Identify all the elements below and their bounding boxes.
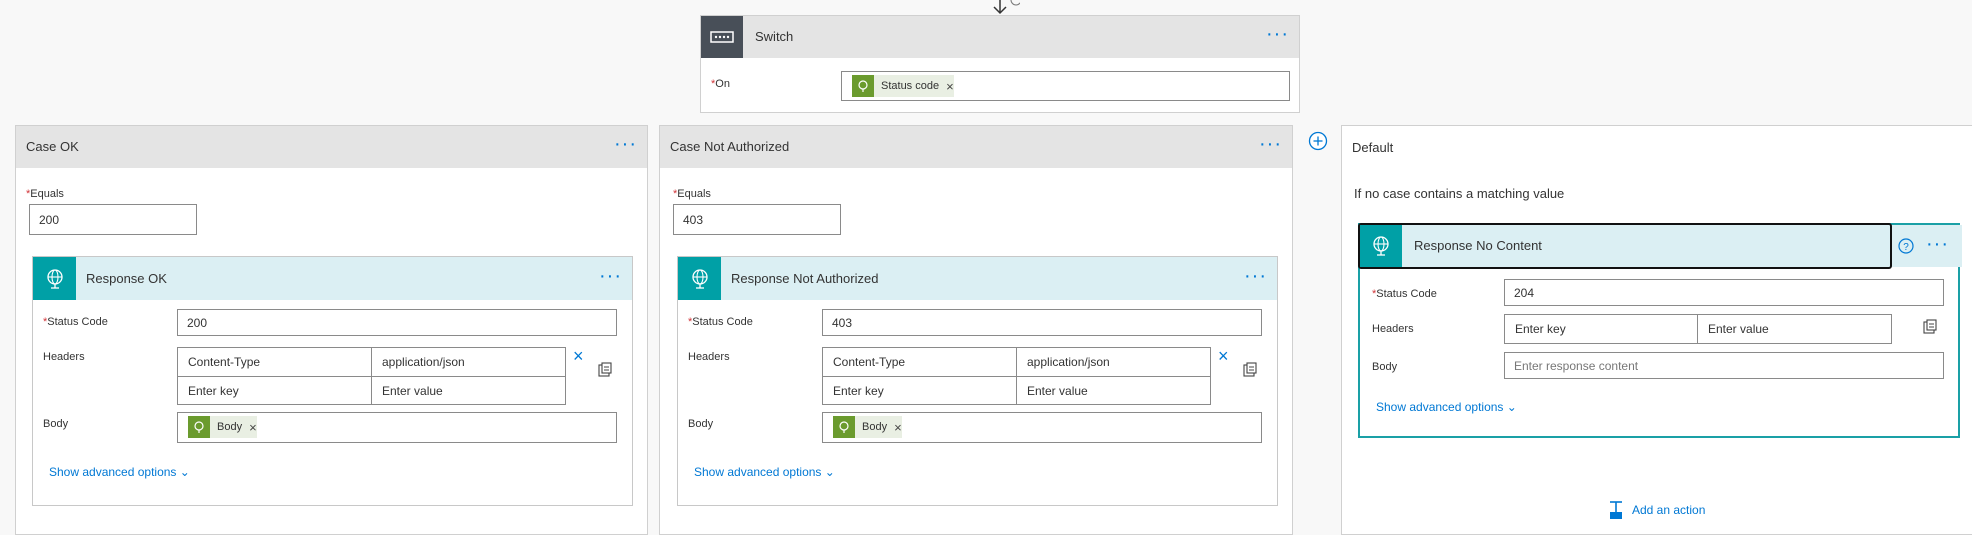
- switch-on-field[interactable]: Status code ×: [841, 71, 1290, 101]
- request-icon: [833, 416, 855, 438]
- switch-icon: [701, 16, 743, 58]
- status-code-token: Status code ×: [852, 75, 954, 97]
- chevron-down-icon: ⌄: [179, 465, 190, 479]
- remove-token-icon[interactable]: ×: [249, 420, 257, 435]
- show-advanced-options-link[interactable]: Show advanced options ⌄: [49, 465, 190, 479]
- status-code-input[interactable]: 200: [177, 309, 617, 336]
- equals-label: *Equals: [26, 188, 64, 200]
- body-label: Body: [688, 418, 714, 430]
- switch-on-label: *On: [711, 78, 730, 90]
- switch-to-text-icon[interactable]: [1242, 362, 1258, 378]
- body-label: Body: [43, 418, 69, 430]
- status-code-label: *Status Code: [1372, 288, 1437, 300]
- body-token-label: Body: [217, 421, 243, 433]
- response-ok-title: Response OK: [86, 271, 167, 286]
- headers-table: Content-Type application/json Enter key …: [177, 347, 566, 405]
- show-advanced-options-link[interactable]: Show advanced options ⌄: [694, 465, 835, 479]
- header-key-input[interactable]: Enter key: [823, 377, 1017, 404]
- header-key-input[interactable]: Enter key: [1505, 315, 1698, 343]
- svg-text:?: ?: [1903, 242, 1909, 253]
- body-label: Body: [1372, 361, 1398, 373]
- case-not-authorized-title: Case Not Authorized: [670, 139, 790, 154]
- response-no-content-card: Response No Content ? ··· *Status Code 2…: [1358, 223, 1962, 438]
- response-no-content-title: Response No Content: [1414, 238, 1542, 253]
- headers-label: Headers: [688, 351, 730, 363]
- request-icon: [852, 75, 874, 97]
- status-code-input[interactable]: 204: [1504, 279, 1944, 306]
- response-not-authorized-header[interactable]: Response Not Authorized ···: [678, 257, 1277, 300]
- case-ok-more-icon[interactable]: ···: [614, 134, 637, 154]
- request-icon: [188, 416, 210, 438]
- header-value-input[interactable]: Enter value: [372, 377, 565, 404]
- response-not-authorized-card: Response Not Authorized ··· *Status Code…: [677, 256, 1278, 506]
- body-token: Body ×: [188, 416, 257, 438]
- add-action-icon: [1610, 501, 1622, 519]
- show-advanced-options-link[interactable]: Show advanced options ⌄: [1376, 400, 1517, 414]
- body-token-label: Body: [862, 421, 888, 433]
- response-no-content-more-icon[interactable]: ···: [1926, 234, 1949, 254]
- add-an-action-button[interactable]: Add an action: [1606, 500, 1705, 520]
- delete-header-icon[interactable]: ×: [573, 346, 584, 367]
- status-code-input[interactable]: 403: [822, 309, 1262, 336]
- headers-label: Headers: [43, 351, 85, 363]
- response-not-authorized-more-icon[interactable]: ···: [1244, 266, 1267, 286]
- response-ok-more-icon[interactable]: ···: [599, 266, 622, 286]
- equals-label: *Equals: [673, 188, 711, 200]
- response-globe-icon: [1360, 225, 1402, 267]
- header-key-input[interactable]: Enter key: [178, 377, 372, 404]
- header-value-cell[interactable]: application/json: [372, 348, 565, 377]
- headers-table: Content-Type application/json Enter key …: [822, 347, 1211, 405]
- header-key-cell[interactable]: Content-Type: [178, 348, 372, 377]
- default-title: Default: [1352, 140, 1394, 155]
- status-code-label: *Status Code: [688, 316, 753, 328]
- case-ok-title: Case OK: [26, 139, 79, 154]
- switch-title: Switch: [755, 29, 794, 44]
- response-not-authorized-title: Response Not Authorized: [731, 271, 879, 286]
- chevron-down-icon: ⌄: [1506, 400, 1517, 414]
- headers-table: Enter key Enter value: [1504, 314, 1892, 344]
- switch-card: Switch ··· *On Status code ×: [700, 15, 1300, 113]
- default-note: If no case contains a matching value: [1354, 186, 1565, 201]
- case-not-authorized-card: Case Not Authorized ··· *Equals 403 Resp…: [659, 125, 1293, 535]
- header-value-input[interactable]: Enter value: [1017, 377, 1210, 404]
- remove-token-icon[interactable]: ×: [894, 420, 902, 435]
- case-ok-header[interactable]: Case OK ···: [16, 126, 647, 168]
- add-case-icon[interactable]: [1308, 131, 1328, 151]
- response-ok-header[interactable]: Response OK ···: [33, 257, 632, 300]
- add-an-action-label: Add an action: [1632, 503, 1706, 517]
- case-ok-card: Case OK ··· *Equals 200 Response OK ··· …: [15, 125, 648, 535]
- switch-more-icon[interactable]: ···: [1266, 24, 1289, 44]
- response-no-content-header[interactable]: Response No Content: [1358, 223, 1892, 269]
- body-token: Body ×: [833, 416, 902, 438]
- response-globe-icon: [33, 257, 76, 300]
- header-value-input[interactable]: Enter value: [1698, 315, 1891, 343]
- body-input[interactable]: Enter response content: [1504, 352, 1944, 379]
- response-ok-card: Response OK ··· *Status Code 200 Headers…: [32, 256, 633, 506]
- header-key-cell[interactable]: Content-Type: [823, 348, 1017, 377]
- chevron-down-icon: ⌄: [824, 465, 835, 479]
- header-value-cell[interactable]: application/json: [1017, 348, 1210, 377]
- remove-token-icon[interactable]: ×: [946, 79, 954, 94]
- help-icon[interactable]: ?: [1898, 238, 1914, 254]
- delete-header-icon[interactable]: ×: [1218, 346, 1229, 367]
- switch-to-text-icon[interactable]: [597, 362, 613, 378]
- body-input[interactable]: Body ×: [177, 412, 617, 443]
- flow-arrow-icon: [993, 0, 1020, 15]
- default-card: Default If no case contains a matching v…: [1341, 125, 1972, 535]
- body-input[interactable]: Body ×: [822, 412, 1262, 443]
- headers-label: Headers: [1372, 323, 1414, 335]
- switch-to-text-icon[interactable]: [1922, 319, 1938, 335]
- case-not-authorized-more-icon[interactable]: ···: [1259, 134, 1282, 154]
- response-globe-icon: [678, 257, 721, 300]
- equals-input[interactable]: 200: [29, 204, 197, 235]
- status-code-token-label: Status code: [881, 80, 940, 92]
- case-not-authorized-header[interactable]: Case Not Authorized ···: [660, 126, 1292, 168]
- switch-header[interactable]: Switch ···: [701, 16, 1299, 58]
- status-code-label: *Status Code: [43, 316, 108, 328]
- equals-input[interactable]: 403: [673, 204, 841, 235]
